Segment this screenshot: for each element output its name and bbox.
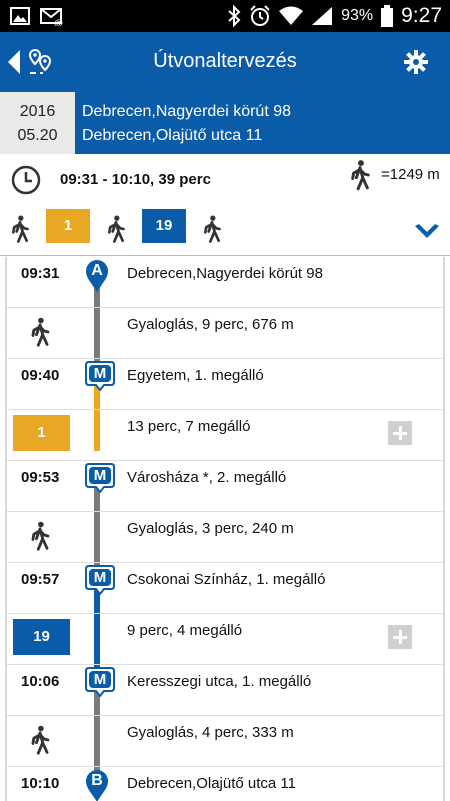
trip-summary: 09:31 - 10:10, 39 perc =1249 m [0, 154, 450, 204]
walk-icon [204, 215, 221, 243]
list-item[interactable]: 09:40 M Egyetem, 1. megálló [7, 359, 443, 410]
stop-time: 09:53 [21, 469, 60, 486]
list-item[interactable]: 09:57 M Csokonai Színház, 1. megálló [7, 563, 443, 614]
battery-icon [381, 5, 394, 27]
list-item[interactable]: Gyaloglás, 9 perc, 676 m [7, 308, 443, 359]
list-item[interactable]: 10:10 B Debrecen,Olajütő utca 11 [7, 767, 443, 801]
stop-name: Keresszegi utca, 1. megálló [127, 673, 312, 690]
app-bar: Útvonaltervezés [0, 32, 450, 92]
line-badge-19: 19 [13, 619, 70, 655]
stop-time: 10:10 [21, 775, 60, 792]
line-badge-1: 1 [13, 415, 70, 451]
walk-icon [31, 725, 50, 755]
ride-info: 13 perc, 7 megálló [127, 418, 251, 435]
pin-label: A [91, 262, 103, 279]
chevron-down-icon[interactable] [415, 224, 439, 240]
page-title: Útvonaltervezés [153, 50, 297, 72]
pin-label: M [93, 365, 107, 382]
walk-distance: =1249 m [381, 166, 440, 183]
plus-icon[interactable] [388, 625, 412, 649]
address-box[interactable]: Debrecen,Nagyerdei körút 98 Debrecen,Ola… [75, 92, 450, 154]
mail-icon: @ [40, 8, 63, 26]
list-item[interactable]: 10:06 M Keresszegi utca, 1. megálló [7, 665, 443, 716]
status-bar: @ 93% 9:27 [0, 0, 450, 32]
list-item[interactable]: Gyaloglás, 4 perc, 333 m [7, 716, 443, 767]
wifi-icon [279, 6, 304, 25]
pin-label: B [91, 772, 103, 789]
walk-icon [108, 215, 125, 243]
walk-icon [31, 317, 50, 347]
walk-icon [351, 160, 370, 191]
stop-name: Debrecen,Olajütő utca 11 [127, 775, 296, 792]
ride-info: 9 perc, 4 megálló [127, 622, 243, 639]
stop-time: 09:31 [21, 265, 60, 282]
trip-time-range: 09:31 - 10:10, 39 perc [60, 171, 211, 188]
stop-name: Debrecen,Nagyerdei körút 98 [127, 265, 323, 282]
clock-time: 9:27 [401, 4, 442, 27]
list-item[interactable]: 19 9 perc, 4 megálló [7, 614, 443, 665]
alarm-icon [250, 5, 270, 26]
stop-time: 09:57 [21, 571, 60, 588]
bluetooth-icon [228, 5, 241, 27]
line-badge-19: 19 [142, 209, 186, 243]
svg-text:@: @ [54, 18, 63, 26]
walk-icon [12, 215, 29, 243]
date-box[interactable]: 2016 05.20 [0, 92, 75, 154]
itinerary-list[interactable]: 09:31 A Debrecen,Nagyerdei körút 98 Gyal… [5, 257, 445, 801]
from-address: Debrecen,Nagyerdei körút 98 [82, 103, 292, 120]
route-search[interactable]: 2016 05.20 Debrecen,Nagyerdei körút 98 D… [0, 92, 450, 154]
signal-icon [312, 7, 333, 25]
pin-label: M [93, 467, 107, 484]
list-item[interactable]: 09:53 M Városháza *, 2. megálló [7, 461, 443, 512]
list-item[interactable]: 1 13 perc, 7 megálló [7, 410, 443, 461]
stop-name: Egyetem, 1. megálló [127, 367, 264, 384]
list-item[interactable]: 09:31 A Debrecen,Nagyerdei körút 98 [7, 257, 443, 308]
clock-icon [11, 165, 41, 195]
walk-icon [31, 521, 50, 551]
walk-info: Gyaloglás, 9 perc, 676 m [127, 316, 294, 333]
walk-info: Gyaloglás, 3 perc, 240 m [127, 520, 294, 537]
pin-label: M [93, 569, 107, 586]
legs-strip[interactable]: 1 19 [0, 204, 450, 256]
to-address: Debrecen,Olajütő utca 11 [82, 127, 263, 144]
image-icon [10, 7, 30, 25]
battery-percent: 93% [341, 7, 374, 24]
date-day: 05.20 [17, 127, 58, 144]
plus-icon[interactable] [388, 421, 412, 445]
list-item[interactable]: Gyaloglás, 3 perc, 240 m [7, 512, 443, 563]
line-badge-1: 1 [46, 209, 90, 243]
pin-label: M [93, 671, 107, 688]
stop-time: 09:40 [21, 367, 60, 384]
stop-time: 10:06 [21, 673, 60, 690]
gear-icon[interactable] [404, 50, 428, 74]
stop-name: Csokonai Színház, 1. megálló [127, 571, 326, 588]
stop-name: Városháza *, 2. megálló [127, 469, 287, 486]
date-year: 2016 [19, 103, 56, 120]
walk-info: Gyaloglás, 4 perc, 333 m [127, 724, 294, 741]
